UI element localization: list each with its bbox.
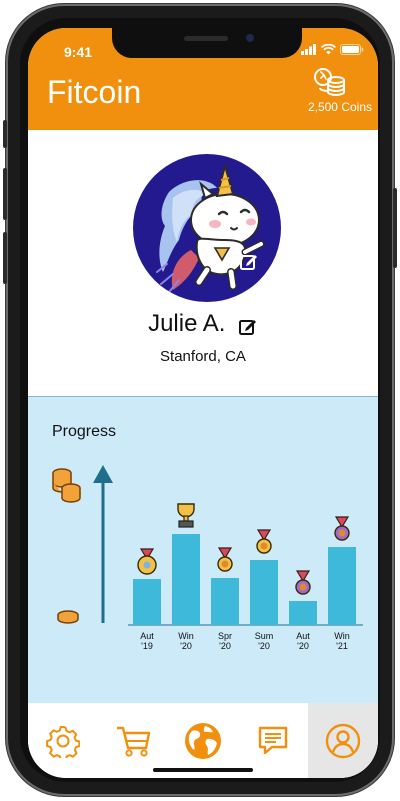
- unicorn-avatar-image: [156, 162, 265, 293]
- volume-down-button: [3, 232, 7, 284]
- progress-bar[interactable]: [172, 534, 200, 625]
- coins-runner-icon[interactable]: [312, 68, 348, 98]
- bottom-navigation: [28, 703, 378, 778]
- wifi-icon: [321, 44, 336, 55]
- profile-name: Julie A.: [148, 310, 226, 337]
- edit-name-icon[interactable]: [238, 317, 258, 337]
- progress-bar[interactable]: [211, 578, 239, 625]
- x-tick-label: '20: [219, 641, 231, 651]
- app-header: 9:41 Fitcoin 2,500 Coins: [28, 28, 378, 130]
- status-icons: [301, 44, 364, 55]
- chat-icon: [258, 726, 288, 754]
- y-axis-arrowhead: [93, 465, 113, 483]
- medal-icon: [217, 547, 233, 572]
- settings-icon: [46, 725, 80, 758]
- rosette-medal-icon: [295, 570, 311, 595]
- x-tick-label: Aut: [296, 631, 310, 641]
- progress-panel: Progress Aut '19 Win '20 Spr '20 Sum '20…: [28, 396, 378, 704]
- x-tick-label: Spr: [218, 631, 232, 641]
- x-tick-label: Sum: [255, 631, 274, 641]
- app-screen: 9:41 Fitcoin 2,500 Coins Julie A. Stanfo…: [28, 28, 378, 778]
- coin-stack-icon: [52, 468, 81, 503]
- progress-bar[interactable]: [289, 601, 317, 625]
- trophy-icon: [177, 503, 195, 528]
- progress-bar[interactable]: [328, 547, 356, 625]
- home-indicator: [153, 768, 253, 772]
- profile-icon: [325, 723, 361, 758]
- notch: [112, 28, 302, 58]
- medal-icon: [256, 529, 272, 554]
- cart-icon: [117, 726, 151, 757]
- battery-icon: [340, 44, 364, 55]
- nav-shop[interactable]: [98, 703, 168, 778]
- volume-up-button: [3, 168, 7, 220]
- x-tick-label: '20: [180, 641, 192, 651]
- x-tick-label: '19: [141, 641, 153, 651]
- nav-settings[interactable]: [28, 703, 98, 778]
- x-tick-label: '20: [297, 641, 309, 651]
- avatar[interactable]: [133, 154, 281, 302]
- nav-explore[interactable]: [168, 703, 238, 778]
- x-tick-label: Aut: [140, 631, 154, 641]
- cellular-signal-icon: [301, 44, 316, 55]
- profile-name-row: Julie A.: [28, 310, 378, 338]
- ribbon-medal-icon: [137, 548, 157, 575]
- nav-profile[interactable]: [308, 703, 378, 778]
- x-tick-label: Win: [334, 631, 350, 641]
- front-camera: [246, 34, 254, 42]
- x-tick-label: '20: [258, 641, 270, 651]
- rosette-medal-icon: [334, 516, 350, 541]
- progress-bar[interactable]: [133, 579, 161, 625]
- progress-chart: Aut'19Win'20Spr'20Sum'20Aut'20Win'21: [52, 465, 363, 651]
- progress-bar[interactable]: [250, 560, 278, 625]
- app-title: Fitcoin: [47, 74, 142, 110]
- status-time: 9:41: [64, 44, 93, 60]
- x-tick-label: '21: [336, 641, 348, 651]
- nav-messages[interactable]: [238, 703, 308, 778]
- single-coin-icon: [57, 610, 79, 624]
- globe-icon: [185, 722, 221, 759]
- power-button: [393, 188, 397, 268]
- profile-location: Stanford, CA: [160, 348, 246, 365]
- avatar-edit-icon[interactable]: [239, 252, 259, 272]
- mute-switch: [3, 120, 7, 148]
- coins-balance: 2,500 Coins: [307, 100, 372, 114]
- x-tick-label: Win: [178, 631, 194, 641]
- speaker-grille: [184, 36, 228, 41]
